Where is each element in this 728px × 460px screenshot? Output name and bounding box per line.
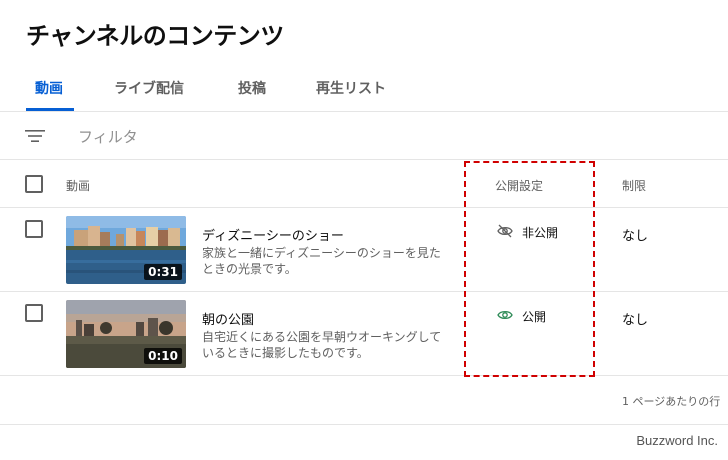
video-description: 自宅近くにある公園を早朝ウオーキングしているときに撮影したものです。 bbox=[202, 330, 442, 360]
restriction-value: なし bbox=[622, 313, 649, 328]
filter-lines-icon[interactable] bbox=[25, 128, 45, 144]
visibility-dropdown[interactable]: 公開 bbox=[497, 308, 546, 324]
active-tab-indicator bbox=[26, 108, 74, 111]
tab-playlists[interactable]: 再生リスト bbox=[316, 78, 386, 98]
video-thumbnail[interactable]: 0:31 bbox=[66, 216, 186, 284]
header-visibility[interactable]: 公開設定 bbox=[495, 177, 543, 194]
eye-icon bbox=[497, 308, 522, 325]
header-restrictions[interactable]: 制限 bbox=[622, 177, 646, 194]
tab-posts[interactable]: 投稿 bbox=[238, 78, 266, 98]
header-video: 動画 bbox=[66, 179, 91, 193]
visibility-dropdown[interactable]: 非公開 bbox=[497, 224, 558, 240]
restriction-value: なし bbox=[622, 229, 649, 244]
tab-videos[interactable]: 動画 bbox=[35, 78, 63, 98]
eye-off-icon bbox=[497, 224, 522, 241]
table-row[interactable]: 0:10 朝の公園 自宅近くにある公園を早朝ウオーキングしているときに撮影したも… bbox=[0, 292, 728, 376]
filter-input[interactable]: フィルタ bbox=[78, 126, 138, 147]
video-title[interactable]: ディズニーシーのショー bbox=[202, 225, 344, 244]
filter-bar[interactable]: フィルタ bbox=[0, 112, 728, 160]
tab-live[interactable]: ライブ配信 bbox=[114, 78, 184, 98]
video-description: 家族と一緒にディズニーシーのショーを見たときの光景です。 bbox=[202, 246, 441, 276]
content-tabs: 動画 ライブ配信 投稿 再生リスト bbox=[0, 64, 728, 112]
rows-per-page-label: 1 ページあたりの行 bbox=[622, 395, 721, 408]
table-row[interactable]: 0:31 ディズニーシーのショー 家族と一緒にディズニーシーのショーを見たときの… bbox=[0, 208, 728, 292]
row-checkbox[interactable] bbox=[25, 220, 43, 238]
video-duration: 0:31 bbox=[144, 264, 182, 280]
watermark: Buzzword Inc. bbox=[636, 433, 718, 448]
visibility-label: 非公開 bbox=[522, 225, 559, 240]
visibility-label: 公開 bbox=[522, 309, 547, 324]
select-all-checkbox[interactable] bbox=[25, 175, 43, 193]
table-header: 動画 公開設定 制限 bbox=[0, 160, 728, 208]
video-duration: 0:10 bbox=[144, 348, 182, 364]
row-checkbox[interactable] bbox=[25, 304, 43, 322]
page-title: チャンネルのコンテンツ bbox=[26, 22, 284, 50]
video-title[interactable]: 朝の公園 bbox=[202, 309, 254, 328]
video-thumbnail[interactable]: 0:10 bbox=[66, 300, 186, 368]
pagination-bar: 1 ページあたりの行 bbox=[0, 377, 728, 425]
